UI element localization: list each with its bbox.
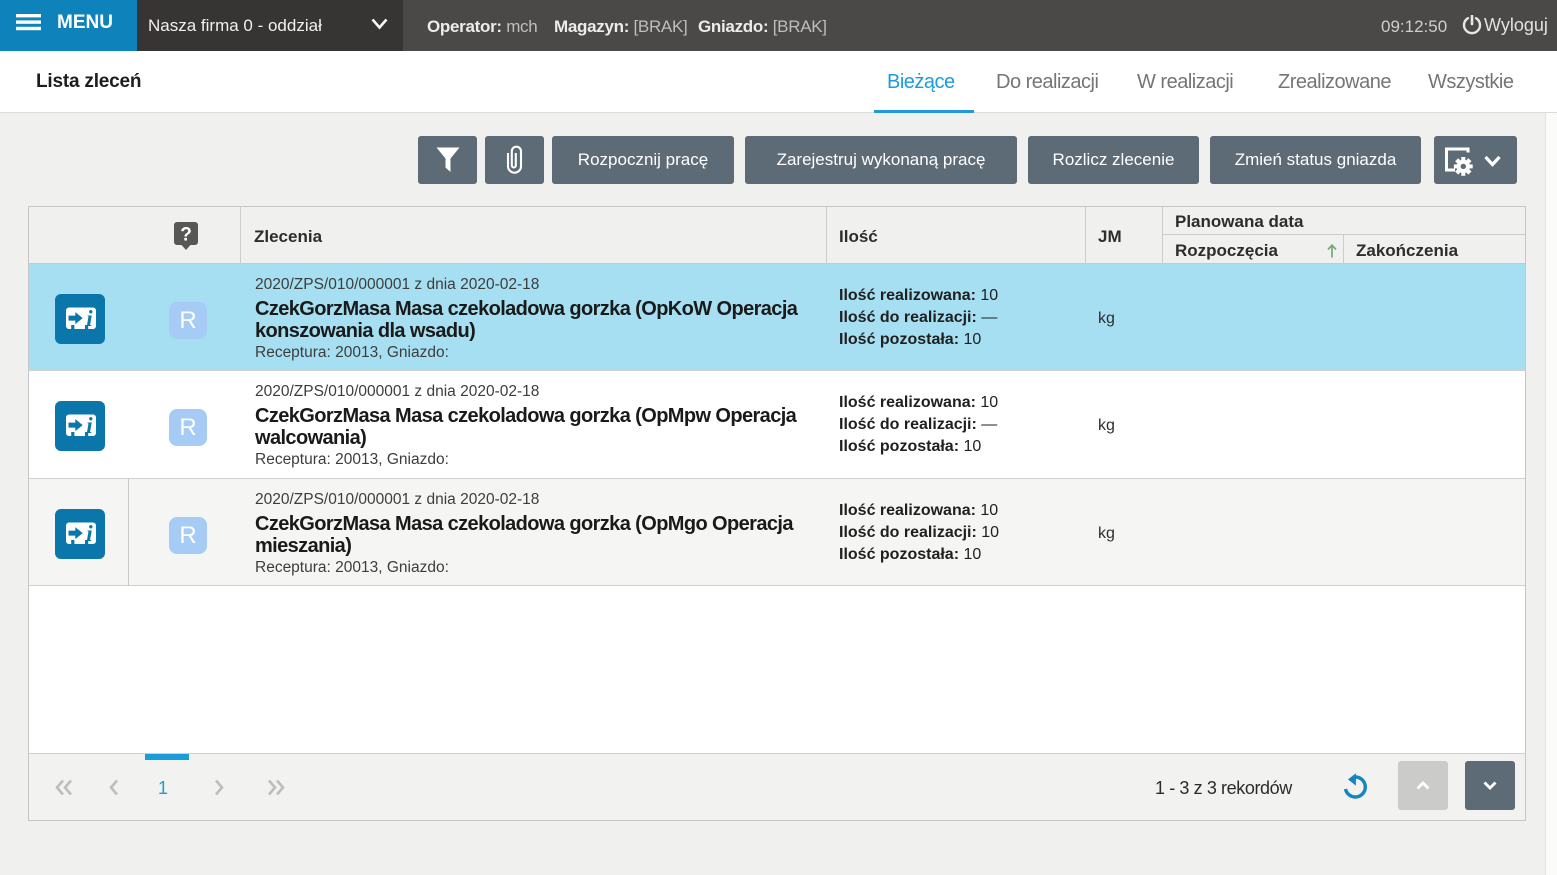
svg-text:i: i bbox=[86, 413, 93, 438]
svg-text:i: i bbox=[86, 306, 93, 331]
svg-text:?: ? bbox=[180, 225, 192, 246]
svg-text:i: i bbox=[86, 521, 93, 546]
